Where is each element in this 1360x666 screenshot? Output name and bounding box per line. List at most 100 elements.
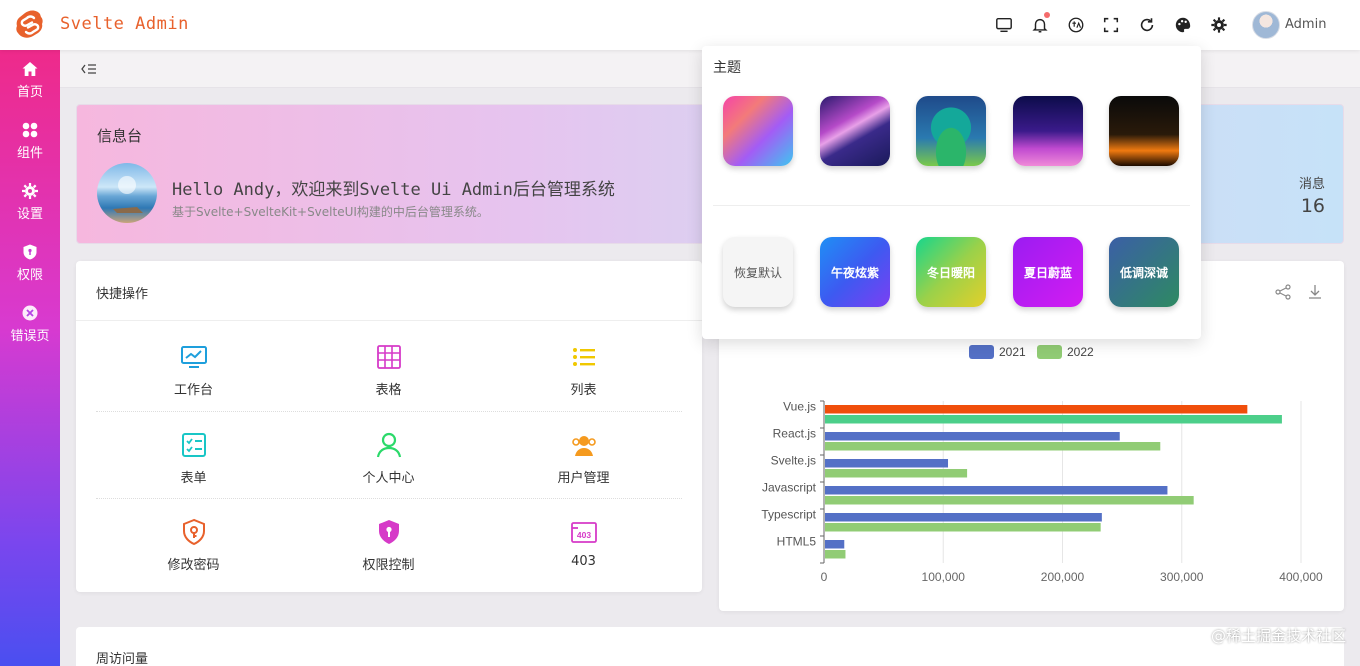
sidebar-item-settings[interactable]: 设置 xyxy=(0,172,60,232)
quick-action-label: 表格 xyxy=(375,383,402,398)
category-label: Vue.js xyxy=(783,400,816,414)
category-label: HTML5 xyxy=(777,535,817,549)
top-header: Svelte Admin Admin xyxy=(0,0,1360,50)
legend-swatch xyxy=(1037,345,1062,359)
quick-action-label: 403 xyxy=(571,554,596,569)
monitor-icon[interactable] xyxy=(994,15,1014,35)
quick-action-profile[interactable]: 个人中心 xyxy=(291,411,486,498)
theme-label: 午夜炫紫 xyxy=(830,265,879,280)
theme-label: 低调深诚 xyxy=(1119,265,1168,280)
bar xyxy=(825,523,1101,532)
theme-label: 夏日蔚蓝 xyxy=(1023,265,1072,280)
bar xyxy=(825,550,846,559)
category-label: React.js xyxy=(773,427,816,441)
quick-action-label: 表单 xyxy=(180,471,207,486)
landscape-theme-icon[interactable] xyxy=(916,96,986,166)
x-tick-label: 200,000 xyxy=(1041,570,1085,584)
forbidden-icon: 403 xyxy=(570,522,597,543)
watermark: @稀土掘金技术社区 xyxy=(1210,627,1346,645)
profile-photo xyxy=(97,163,157,223)
sidebar-item-home[interactable]: 首页 xyxy=(0,50,60,110)
quick-action-label: 权限控制 xyxy=(362,558,415,573)
notification-dot xyxy=(1044,12,1050,18)
quick-action-permission-control[interactable]: 权限控制 xyxy=(291,498,486,585)
quick-action-change-password[interactable]: 修改密码 xyxy=(96,498,291,585)
gradient-theme-icon[interactable] xyxy=(723,96,793,166)
users-icon xyxy=(571,436,596,456)
quick-action-label: 修改密码 xyxy=(167,558,220,573)
aurora-theme-icon[interactable] xyxy=(820,96,890,166)
category-label: Svelte.js xyxy=(771,454,816,468)
dashboard-icon xyxy=(180,346,207,368)
category-label: Javascript xyxy=(762,481,817,495)
legend-label: 2021 xyxy=(999,345,1026,359)
quick-actions-title: 快捷操作 xyxy=(76,261,702,321)
sidebar: 首页 组件 设置 权限 错误页 xyxy=(0,50,60,666)
x-tick-label: 400,000 xyxy=(1279,570,1323,584)
messages-count[interactable]: 16 xyxy=(1301,195,1325,217)
divider xyxy=(713,205,1190,206)
theme-low-key-button[interactable]: 低调深诚 xyxy=(1109,237,1179,307)
form-icon xyxy=(181,433,206,457)
bar xyxy=(825,405,1248,414)
bar xyxy=(825,486,1168,495)
palette-icon[interactable] xyxy=(1173,15,1193,35)
theme-label: 冬日暖阳 xyxy=(926,265,975,280)
fullscreen-icon[interactable] xyxy=(1101,15,1121,35)
app-title: Svelte Admin xyxy=(60,14,189,34)
bar xyxy=(825,415,1282,424)
legend-swatch xyxy=(969,345,994,359)
welcome-title: 信息台 xyxy=(97,127,143,145)
shield-icon xyxy=(23,244,37,260)
quick-action-table[interactable]: 表格 xyxy=(291,323,486,410)
theme-panel-title: 主题 xyxy=(713,60,741,76)
error-icon xyxy=(22,305,38,321)
sidebar-item-components[interactable]: 组件 xyxy=(0,111,60,171)
quick-action-label: 个人中心 xyxy=(362,471,415,486)
x-tick-label: 0 xyxy=(821,570,828,584)
sidebar-item-label: 错误页 xyxy=(10,329,50,344)
refresh-icon[interactable] xyxy=(1137,15,1157,35)
user-avatar[interactable] xyxy=(1252,11,1280,39)
weekly-visits-card: 周访问量 xyxy=(76,627,1344,666)
theme-summer-blue-button[interactable]: 夏日蔚蓝 xyxy=(1013,237,1083,307)
quick-action-label: 用户管理 xyxy=(557,471,610,486)
sidebar-item-errors[interactable]: 错误页 xyxy=(0,294,60,354)
language-icon[interactable] xyxy=(1066,15,1086,35)
svg-text:403: 403 xyxy=(576,530,590,540)
bar xyxy=(825,469,968,478)
components-icon xyxy=(22,122,38,138)
quick-action-form[interactable]: 表单 xyxy=(96,411,291,498)
theme-winter-sun-button[interactable]: 冬日暖阳 xyxy=(916,237,986,307)
weekly-visits-title: 周访问量 xyxy=(96,652,149,666)
messages-label: 消息 xyxy=(1298,177,1325,192)
home-icon xyxy=(22,62,38,76)
sidebar-item-label: 首页 xyxy=(16,85,43,100)
theme-midnight-purple-button[interactable]: 午夜炫紫 xyxy=(820,237,890,307)
bar xyxy=(825,432,1120,441)
collapse-sidebar-icon[interactable] xyxy=(80,61,98,77)
quick-action-dashboard[interactable]: 工作台 xyxy=(96,323,291,410)
bar xyxy=(825,496,1194,505)
settings-icon[interactable] xyxy=(1209,15,1229,35)
x-tick-label: 300,000 xyxy=(1160,570,1204,584)
sidebar-item-permissions[interactable]: 权限 xyxy=(0,233,60,293)
quick-action-users[interactable]: 用户管理 xyxy=(486,411,681,498)
quick-action-403[interactable]: 403 403 xyxy=(486,498,681,585)
welcome-subtitle: 基于Svelte+SvelteKit+SvelteUI构建的中后台管理系统。 xyxy=(172,205,489,219)
quick-actions-card: 快捷操作 工作台 表格 列表 表单 个人中心 用户管理 修改密码 权限控制 40… xyxy=(76,261,702,592)
theme-label: 恢复默认 xyxy=(733,265,782,280)
theme-default-button[interactable]: 恢复默认 xyxy=(723,237,793,307)
bar xyxy=(825,540,845,549)
svelte-logo-icon[interactable] xyxy=(14,9,46,41)
bar xyxy=(825,459,949,468)
user-name[interactable]: Admin xyxy=(1285,17,1326,32)
theme-panel: 主题 恢复默认 午夜炫紫 冬日暖阳 夏日蔚蓝 低调深诚 xyxy=(702,46,1201,339)
user-icon xyxy=(376,432,401,458)
dark-light-theme-icon[interactable] xyxy=(1109,96,1179,166)
quick-action-list[interactable]: 列表 xyxy=(486,323,681,410)
lock-key-icon xyxy=(182,518,205,546)
night-city-theme-icon[interactable] xyxy=(1013,96,1083,166)
bell-icon[interactable] xyxy=(1030,12,1050,35)
sidebar-item-label: 设置 xyxy=(16,207,43,222)
